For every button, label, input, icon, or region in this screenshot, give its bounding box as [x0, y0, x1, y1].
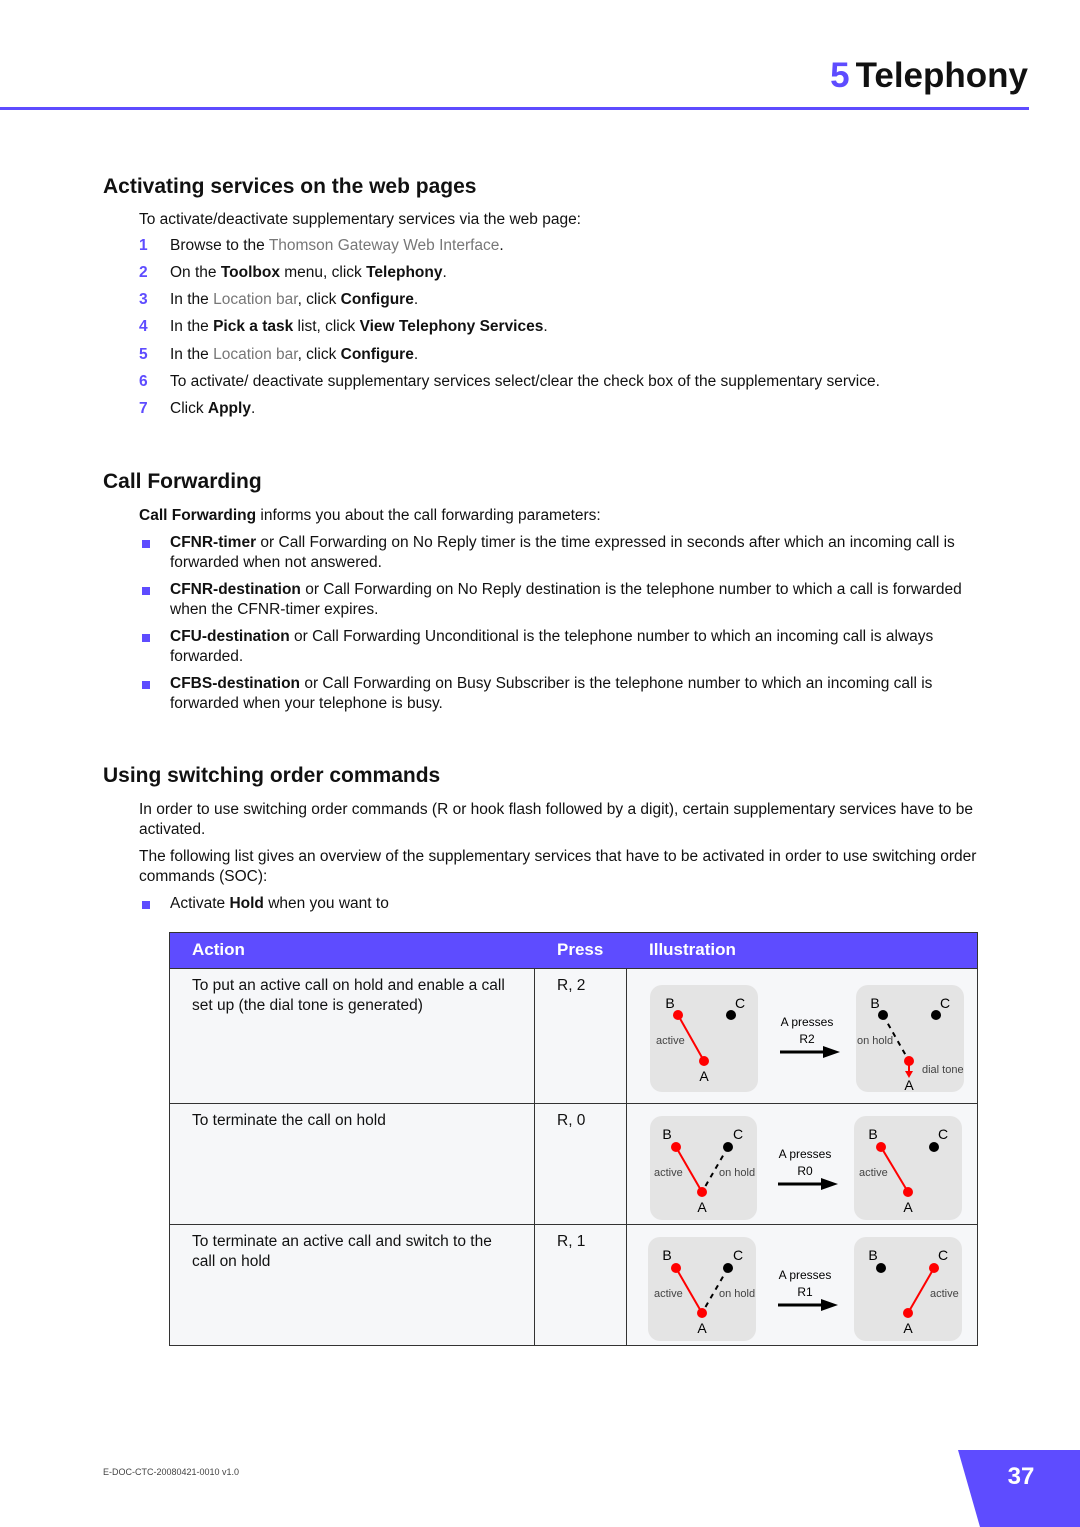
link[interactable]: Thomson Gateway Web Interface — [269, 237, 500, 254]
svg-text:dial tone: dial tone — [922, 1064, 964, 1076]
document-id: E-DOC-CTC-20080421-0010 v1.0 — [103, 1467, 240, 1477]
press-cell: R, 0 — [557, 1112, 586, 1129]
svg-text:A: A — [903, 1320, 913, 1336]
action-cell: To terminate an active call and switch t… — [192, 1233, 492, 1270]
svg-text:B: B — [868, 1126, 877, 1142]
svg-text:R0: R0 — [797, 1164, 813, 1178]
svg-text:B: B — [662, 1247, 671, 1263]
svg-text:active: active — [654, 1288, 683, 1300]
table-row: To terminate the call on hold R, 0 B C ac… — [170, 1103, 977, 1224]
section-title: Activating services on the web pages — [103, 175, 477, 198]
svg-text:on hold: on hold — [719, 1167, 755, 1179]
page-number: 37 — [1007, 1463, 1035, 1490]
step: 3 In the Location bar, click Configure. — [139, 291, 419, 308]
press-cell: R, 2 — [557, 977, 586, 994]
svg-text:A presses: A presses — [779, 1147, 832, 1161]
svg-text:C: C — [733, 1247, 743, 1263]
header-rule — [0, 107, 1029, 110]
illustration-r2: B C active A A presses R2 B C on hold di… — [650, 985, 964, 1093]
table-row: To put an active call on hold and enable… — [170, 968, 977, 1103]
svg-text:B: B — [868, 1247, 877, 1263]
section-title: Call Forwarding — [103, 470, 262, 493]
svg-text:A presses: A presses — [779, 1268, 832, 1282]
svg-text:A: A — [904, 1077, 914, 1093]
illustration-r0: B C active on hold A A presses R0 B C activ… — [650, 1116, 962, 1220]
svg-text:active: active — [656, 1035, 685, 1047]
illustration-r1: B C active on hold A A presses R1 B C activ… — [648, 1237, 962, 1341]
step: 1 Browse to the Thomson Gateway Web Inter… — [139, 237, 504, 254]
svg-text:R2: R2 — [799, 1032, 815, 1046]
table-row: To terminate an active call and switch t… — [170, 1224, 977, 1345]
svg-text:A presses: A presses — [781, 1015, 834, 1029]
svg-text:C: C — [938, 1126, 948, 1142]
bullet-item: Activate Hold when you want to — [139, 894, 979, 914]
intro: Call Forwarding informs you about the ca… — [139, 507, 601, 524]
header-action: Action — [170, 933, 535, 969]
section-title: Using switching order commands — [103, 764, 441, 787]
svg-text:B: B — [665, 995, 674, 1011]
paragraph: In order to use switching order commands… — [139, 801, 973, 838]
bullet-item: CFU-destination or Call Forwarding Uncon… — [139, 627, 979, 667]
svg-text:A: A — [903, 1199, 913, 1215]
bullet-item: CFNR-timer or Call Forwarding on No Repl… — [139, 533, 979, 573]
action-cell: To terminate the call on hold — [192, 1112, 386, 1129]
svg-text:on hold: on hold — [857, 1035, 893, 1047]
svg-text:R1: R1 — [797, 1285, 813, 1299]
svg-text:active: active — [654, 1167, 683, 1179]
svg-text:active: active — [859, 1167, 888, 1179]
svg-text:C: C — [733, 1126, 743, 1142]
step: 7 Click Apply. — [139, 400, 256, 417]
svg-text:A: A — [697, 1199, 707, 1215]
chapter-title: 5 Telephony — [830, 56, 1028, 95]
header-press: Press — [535, 933, 627, 969]
step: 4 In the Pick a task list, click View Tel… — [139, 318, 548, 335]
step: 2 On the Toolbox menu, click Telephony. — [139, 264, 447, 281]
bullet-item: CFNR-destination or Call Forwarding on N… — [139, 580, 979, 620]
step: 6 To activate/ deactivate supplementary s… — [139, 373, 880, 390]
svg-text:A: A — [697, 1320, 707, 1336]
intro: To activate/deactivate supplementary ser… — [139, 211, 581, 228]
step: 5 In the Location bar, click Configure. — [139, 346, 419, 363]
svg-text:active: active — [930, 1288, 959, 1300]
svg-text:C: C — [938, 1247, 948, 1263]
press-cell: R, 1 — [557, 1233, 586, 1250]
svg-text:B: B — [662, 1126, 671, 1142]
soc-table: Action Press Illustration To put an acti… — [169, 932, 978, 1346]
svg-text:on hold: on hold — [719, 1288, 755, 1300]
svg-text:B: B — [870, 995, 879, 1011]
header-illustration: Illustration — [627, 933, 977, 969]
action-cell: To put an active call on hold and enable… — [192, 977, 505, 1014]
svg-text:A: A — [699, 1068, 709, 1084]
svg-text:C: C — [735, 995, 745, 1011]
bullet-item: CFBS-destination or Call Forwarding on B… — [139, 674, 979, 714]
svg-text:C: C — [940, 995, 950, 1011]
paragraph: The following list gives an overview of … — [139, 848, 977, 885]
